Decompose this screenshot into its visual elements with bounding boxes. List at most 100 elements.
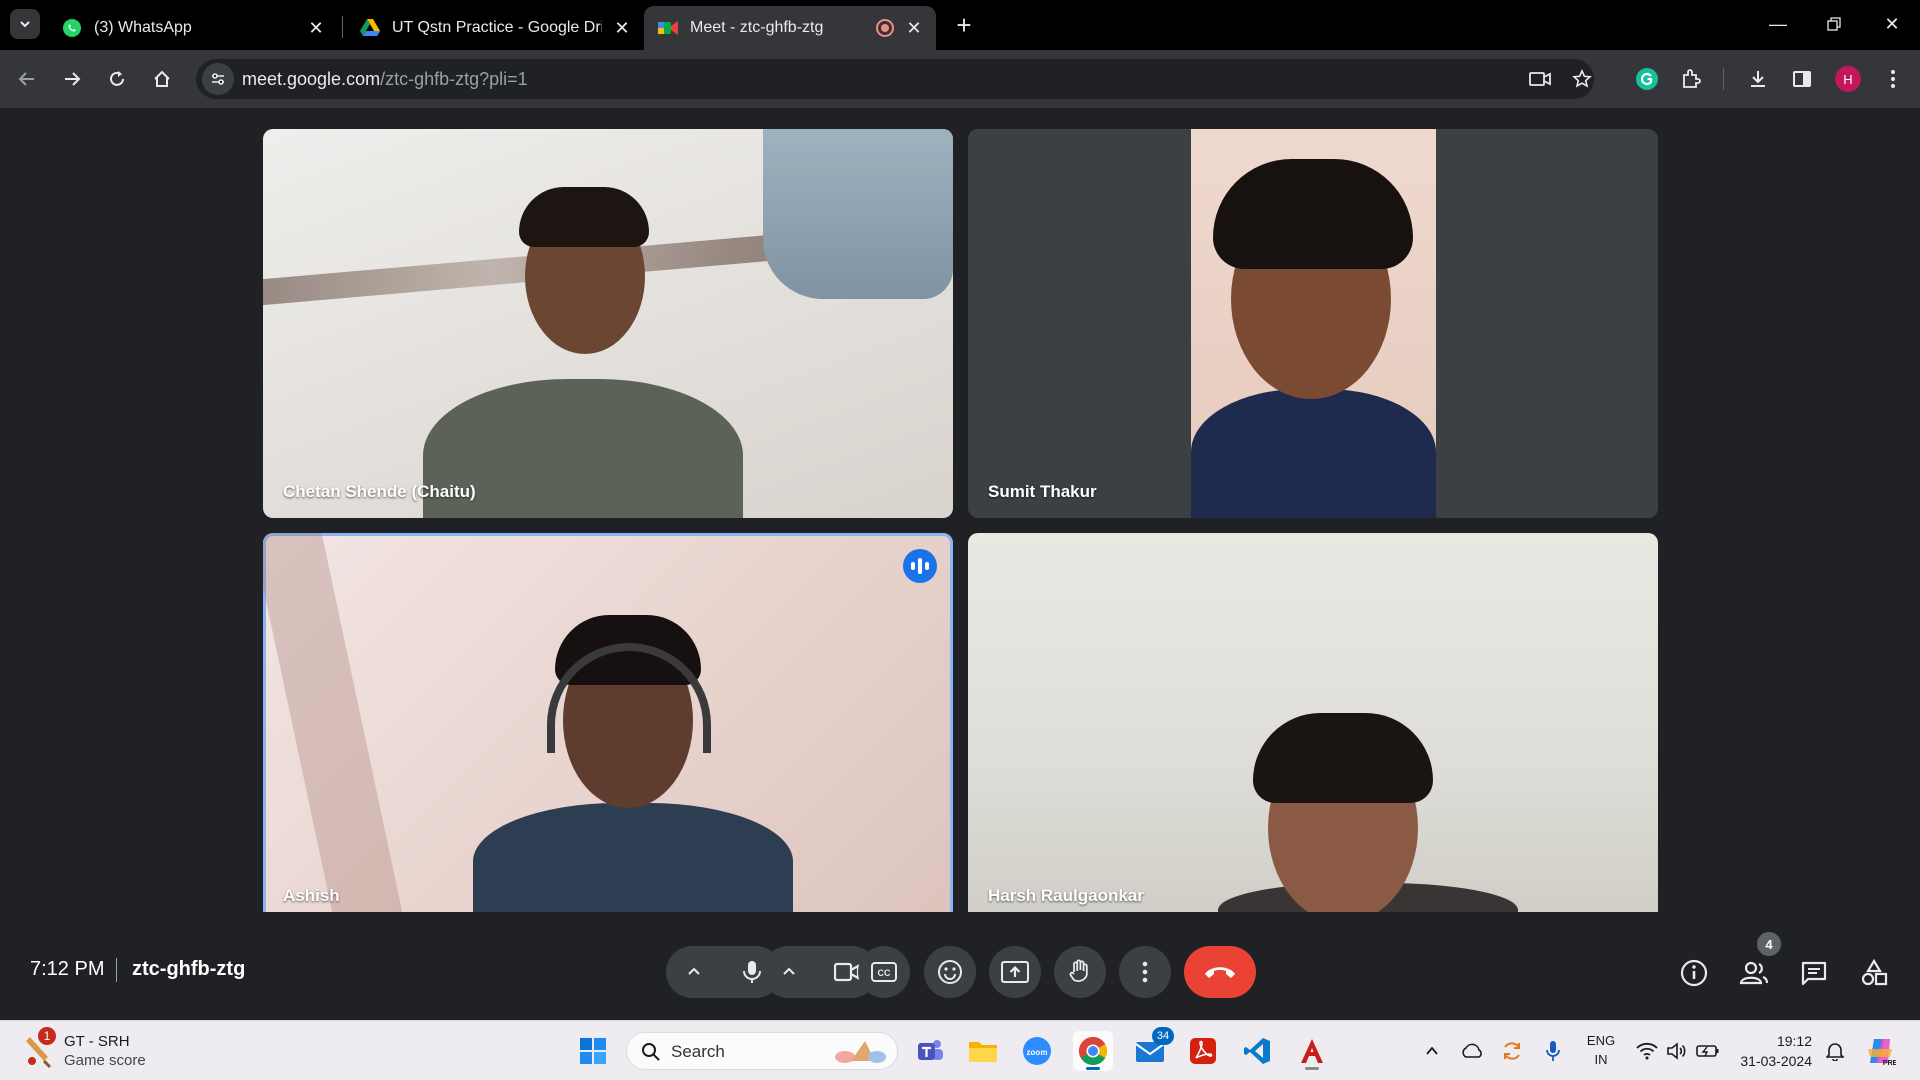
participant-tile[interactable]: Chetan Shende (Chaitu) xyxy=(263,129,953,518)
copilot-button[interactable]: PRE xyxy=(1864,1035,1896,1067)
people-button[interactable] xyxy=(1737,956,1771,990)
input-language[interactable]: ENG IN xyxy=(1586,1031,1616,1069)
clock-time: 19:12 xyxy=(1776,1033,1812,1049)
end-call-icon xyxy=(1205,967,1235,978)
activities-button[interactable] xyxy=(1857,956,1891,990)
notification-badge: 1 xyxy=(38,1027,56,1045)
video-options-button[interactable] xyxy=(781,964,797,980)
file-explorer-app[interactable] xyxy=(963,1031,1003,1071)
leave-call-button[interactable] xyxy=(1184,946,1256,998)
system-clock[interactable]: 19:12 31-03-2024 xyxy=(1736,1031,1812,1071)
restore-button[interactable] xyxy=(1814,8,1854,40)
chat-icon xyxy=(1801,961,1827,986)
close-tab-icon[interactable]: ✕ xyxy=(612,18,632,38)
autocad-app[interactable] xyxy=(1292,1031,1332,1071)
chevron-down-icon xyxy=(20,21,30,28)
speaking-indicator-icon xyxy=(903,549,937,583)
new-tab-button[interactable]: + xyxy=(950,10,978,40)
tab-title: (3) WhatsApp xyxy=(94,19,192,36)
chevron-up-icon xyxy=(1426,1046,1438,1055)
teams-icon xyxy=(918,1040,943,1060)
vscode-app[interactable] xyxy=(1237,1031,1277,1071)
participant-name: Harsh Raulgaonkar xyxy=(988,886,1144,905)
side-panel-icon[interactable] xyxy=(1787,64,1817,94)
captions-button[interactable]: CC xyxy=(858,946,910,998)
site-info-button[interactable] xyxy=(202,63,234,95)
zoom-icon: zoom xyxy=(1023,1037,1051,1065)
tab-whatsapp[interactable]: (3) WhatsApp ✕ xyxy=(48,6,338,50)
search-icon xyxy=(642,1043,660,1061)
mail-app[interactable]: 34 xyxy=(1130,1027,1174,1071)
participant-name: Chetan Shende (Chaitu) xyxy=(283,482,476,501)
reactions-button[interactable] xyxy=(924,946,976,998)
start-button[interactable] xyxy=(573,1031,613,1071)
audio-options-button[interactable] xyxy=(686,964,702,980)
taskbar-search-box[interactable]: Search xyxy=(626,1032,898,1070)
participant-tile[interactable]: Harsh Raulgaonkar xyxy=(968,533,1658,922)
person-hair xyxy=(1253,713,1433,803)
profile-avatar[interactable]: H xyxy=(1835,66,1861,92)
zoom-app[interactable]: zoom xyxy=(1017,1031,1057,1071)
present-screen-button[interactable] xyxy=(989,946,1041,998)
participant-tile[interactable]: Sumit Thakur xyxy=(968,129,1658,518)
back-button[interactable] xyxy=(10,62,44,96)
more-options-button[interactable] xyxy=(1119,946,1171,998)
speaker-icon xyxy=(1667,1042,1686,1060)
widgets-button[interactable]: 1 GT - SRH Game score xyxy=(18,1027,208,1071)
network-tray[interactable] xyxy=(1635,1039,1659,1063)
address-bar[interactable]: meet.google.com/ztc-ghfb-ztg?pli=1 xyxy=(196,59,1594,99)
microphone-icon xyxy=(742,961,761,983)
battery-tray[interactable] xyxy=(1696,1039,1720,1063)
bookmark-star-icon[interactable] xyxy=(1570,67,1594,91)
chat-button[interactable] xyxy=(1797,956,1831,990)
reload-button[interactable] xyxy=(100,62,134,96)
close-window-button[interactable]: ✕ xyxy=(1872,8,1912,40)
participant-name: Sumit Thakur xyxy=(988,482,1097,501)
svg-text:PRE: PRE xyxy=(1883,1060,1896,1067)
forward-button[interactable] xyxy=(55,62,89,96)
close-tab-icon[interactable]: ✕ xyxy=(904,18,924,38)
camera-button[interactable] xyxy=(833,962,860,982)
notifications-button[interactable] xyxy=(1823,1039,1847,1063)
raise-hand-button[interactable] xyxy=(1054,946,1106,998)
sync-tray[interactable] xyxy=(1500,1039,1524,1063)
download-icon[interactable] xyxy=(1743,64,1773,94)
widget-subtitle: Game score xyxy=(64,1052,146,1069)
arrow-left-icon xyxy=(18,72,34,86)
closed-captions-icon: CC xyxy=(871,962,897,982)
divider xyxy=(116,958,117,982)
chrome-icon xyxy=(1079,1037,1107,1065)
url-host: meet.google.com xyxy=(242,69,381,89)
onedrive-tray[interactable] xyxy=(1460,1039,1484,1063)
microphone-button[interactable] xyxy=(741,959,763,985)
home-button[interactable] xyxy=(145,62,179,96)
show-hidden-icons-button[interactable] xyxy=(1420,1039,1444,1063)
close-tab-icon[interactable]: ✕ xyxy=(306,18,326,38)
tab-google-drive[interactable]: UT Qstn Practice - Google Drive ✕ xyxy=(346,6,644,50)
reload-icon xyxy=(110,71,124,86)
browser-menu-icon[interactable] xyxy=(1878,64,1908,94)
toolbar-divider xyxy=(1723,68,1724,90)
minimize-button[interactable]: — xyxy=(1758,8,1798,40)
video-camera-icon xyxy=(833,962,859,982)
url-path: /ztc-ghfb-ztg?pli=1 xyxy=(380,69,528,89)
extensions-icon[interactable] xyxy=(1676,64,1706,94)
people-icon xyxy=(1739,961,1769,985)
participant-tile[interactable]: Ashish xyxy=(263,533,953,922)
battery-charging-icon xyxy=(1696,1045,1719,1057)
arrow-right-icon xyxy=(65,72,81,86)
tab-google-meet[interactable]: Meet - ztc-ghfb-ztg ✕ xyxy=(644,6,936,50)
browser-toolbar: meet.google.com/ztc-ghfb-ztg?pli=1 H xyxy=(0,50,1920,108)
grammarly-extension-icon[interactable] xyxy=(1632,64,1662,94)
chrome-app[interactable] xyxy=(1073,1031,1113,1071)
camera-in-use-icon[interactable] xyxy=(1528,67,1552,91)
windows-start-icon xyxy=(580,1038,606,1064)
tab-search-button[interactable] xyxy=(10,9,40,39)
tab-divider xyxy=(342,16,343,38)
meeting-details-button[interactable] xyxy=(1677,956,1711,990)
volume-tray[interactable] xyxy=(1665,1039,1689,1063)
url-text: meet.google.com/ztc-ghfb-ztg?pli=1 xyxy=(242,69,528,90)
acrobat-app[interactable] xyxy=(1183,1031,1223,1071)
microphone-tray[interactable] xyxy=(1541,1039,1565,1063)
teams-app[interactable] xyxy=(910,1031,950,1071)
